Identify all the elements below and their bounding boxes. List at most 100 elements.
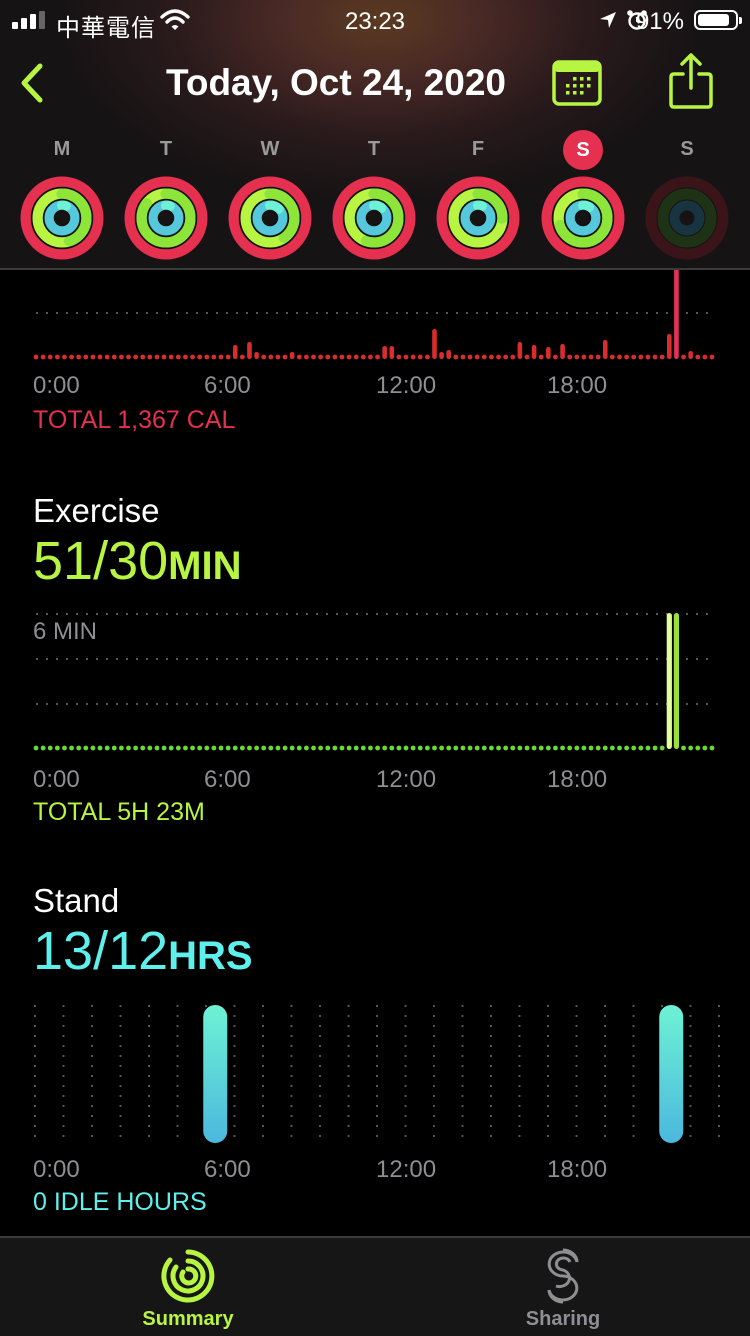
gridline-dot xyxy=(156,613,158,615)
gridline-dot xyxy=(76,312,78,314)
gridline-dot xyxy=(490,1115,492,1117)
gridline-dot xyxy=(632,1005,635,1007)
exercise-dot xyxy=(545,745,551,751)
exercise-dot xyxy=(126,745,131,751)
gridline-dot xyxy=(575,1125,578,1127)
gridline-dot xyxy=(436,658,438,660)
gridline-dot xyxy=(366,703,368,705)
gridline-dot xyxy=(433,1005,435,1007)
day-label: T xyxy=(367,138,381,160)
gridline-dot xyxy=(689,1005,692,1007)
gridline-dot xyxy=(233,1125,236,1127)
gridline-dot xyxy=(62,1135,65,1137)
exercise-y-max-label: 6 MIN xyxy=(33,618,98,645)
exercise-dot xyxy=(531,745,537,751)
exercise-dot xyxy=(218,745,224,751)
exercise-x-tick-1: 6:00 xyxy=(204,766,251,793)
gridline-dot xyxy=(36,613,38,615)
exercise-dot xyxy=(396,745,402,751)
gridline-dot xyxy=(148,1055,150,1057)
gridline-dot xyxy=(506,312,508,314)
gridline-dot xyxy=(396,703,398,705)
gridline-dot xyxy=(696,703,698,705)
gridline-dot xyxy=(106,312,108,314)
exercise-dot xyxy=(197,745,203,751)
day-6[interactable]: S xyxy=(642,130,732,260)
gridline-dot xyxy=(306,658,308,660)
gridline-dot xyxy=(376,1055,378,1057)
move-dot xyxy=(204,354,210,360)
gridline-dot xyxy=(347,1055,350,1057)
move-dot xyxy=(638,354,644,360)
gridline-dot xyxy=(246,613,248,615)
move-x-tick-3: 18:00 xyxy=(547,372,608,399)
tab-sharing[interactable]: Sharing xyxy=(463,1238,663,1336)
gridline-dot xyxy=(91,1035,93,1037)
gridline-dot xyxy=(326,312,328,314)
gridline-dot xyxy=(604,1115,606,1117)
move-bar xyxy=(688,351,693,359)
exercise-dot xyxy=(211,745,217,751)
day-4[interactable]: F xyxy=(433,130,523,260)
gridline-dot xyxy=(718,1055,720,1057)
gridline-dot xyxy=(718,1085,720,1087)
day-2[interactable]: W xyxy=(225,130,315,260)
exercise-total: TOTAL 5H 23M xyxy=(33,798,205,826)
gridline-dot xyxy=(536,613,538,615)
gridline-dot xyxy=(366,312,368,314)
gridline-dot xyxy=(656,312,658,314)
gridline-dot xyxy=(646,613,648,615)
gridline-dot xyxy=(386,312,388,314)
gridline-dot xyxy=(547,1095,549,1097)
gridline-dot xyxy=(461,1085,464,1087)
exercise-dot xyxy=(118,745,124,751)
stand-x-tick-2: 12:00 xyxy=(376,1156,437,1183)
gridline-dot xyxy=(547,1115,549,1117)
move-dot xyxy=(147,354,153,360)
share-button[interactable] xyxy=(668,52,714,110)
gridline-dot xyxy=(706,703,708,705)
gridline-dot xyxy=(226,613,228,615)
gridline-dot xyxy=(490,1045,492,1047)
day-1[interactable]: T xyxy=(121,130,211,260)
gridline-dot xyxy=(148,1045,150,1047)
calendar-button[interactable] xyxy=(552,60,602,106)
gridline-dot xyxy=(233,1045,236,1047)
move-dot xyxy=(275,354,281,360)
gridline-dot xyxy=(506,613,508,615)
exercise-dot xyxy=(154,745,160,751)
gridline-dot xyxy=(206,613,208,615)
stand-value-unit: HRS xyxy=(168,934,253,978)
gridline-dot xyxy=(376,1045,378,1047)
calendar-icon xyxy=(552,60,602,106)
gridline-dot xyxy=(276,658,278,660)
gridline-dot xyxy=(476,312,478,314)
gridline-dot xyxy=(206,703,208,705)
gridline-dot xyxy=(604,1015,606,1017)
gridline-dot xyxy=(356,613,358,615)
day-0[interactable]: M xyxy=(17,130,107,260)
exercise-dot xyxy=(289,745,295,751)
gridline-dot xyxy=(376,1105,378,1107)
gridline-dot xyxy=(666,312,668,314)
gridline-dot xyxy=(262,1035,264,1037)
gridline-dot xyxy=(718,1015,720,1017)
tab-summary[interactable]: Summary xyxy=(88,1238,288,1336)
move-total: TOTAL 1,367 CAL xyxy=(33,406,236,434)
gridline-dot xyxy=(446,613,448,615)
gridline-dot xyxy=(689,1015,692,1017)
gridline-dot xyxy=(91,1045,93,1047)
gridline-dot xyxy=(606,658,608,660)
gridline-dot xyxy=(276,703,278,705)
exercise-bar xyxy=(673,613,680,749)
gridline-dot xyxy=(426,658,428,660)
exercise-dot xyxy=(62,745,67,751)
gridline-dot xyxy=(347,1115,350,1117)
gridline-dot xyxy=(686,703,688,705)
day-3[interactable]: T xyxy=(329,130,419,260)
gridline-dot xyxy=(116,658,118,660)
day-5[interactable]: S xyxy=(538,130,628,260)
gridline-dot xyxy=(547,1135,549,1137)
gridline-dot xyxy=(461,1045,464,1047)
gridline-dot xyxy=(186,613,188,615)
